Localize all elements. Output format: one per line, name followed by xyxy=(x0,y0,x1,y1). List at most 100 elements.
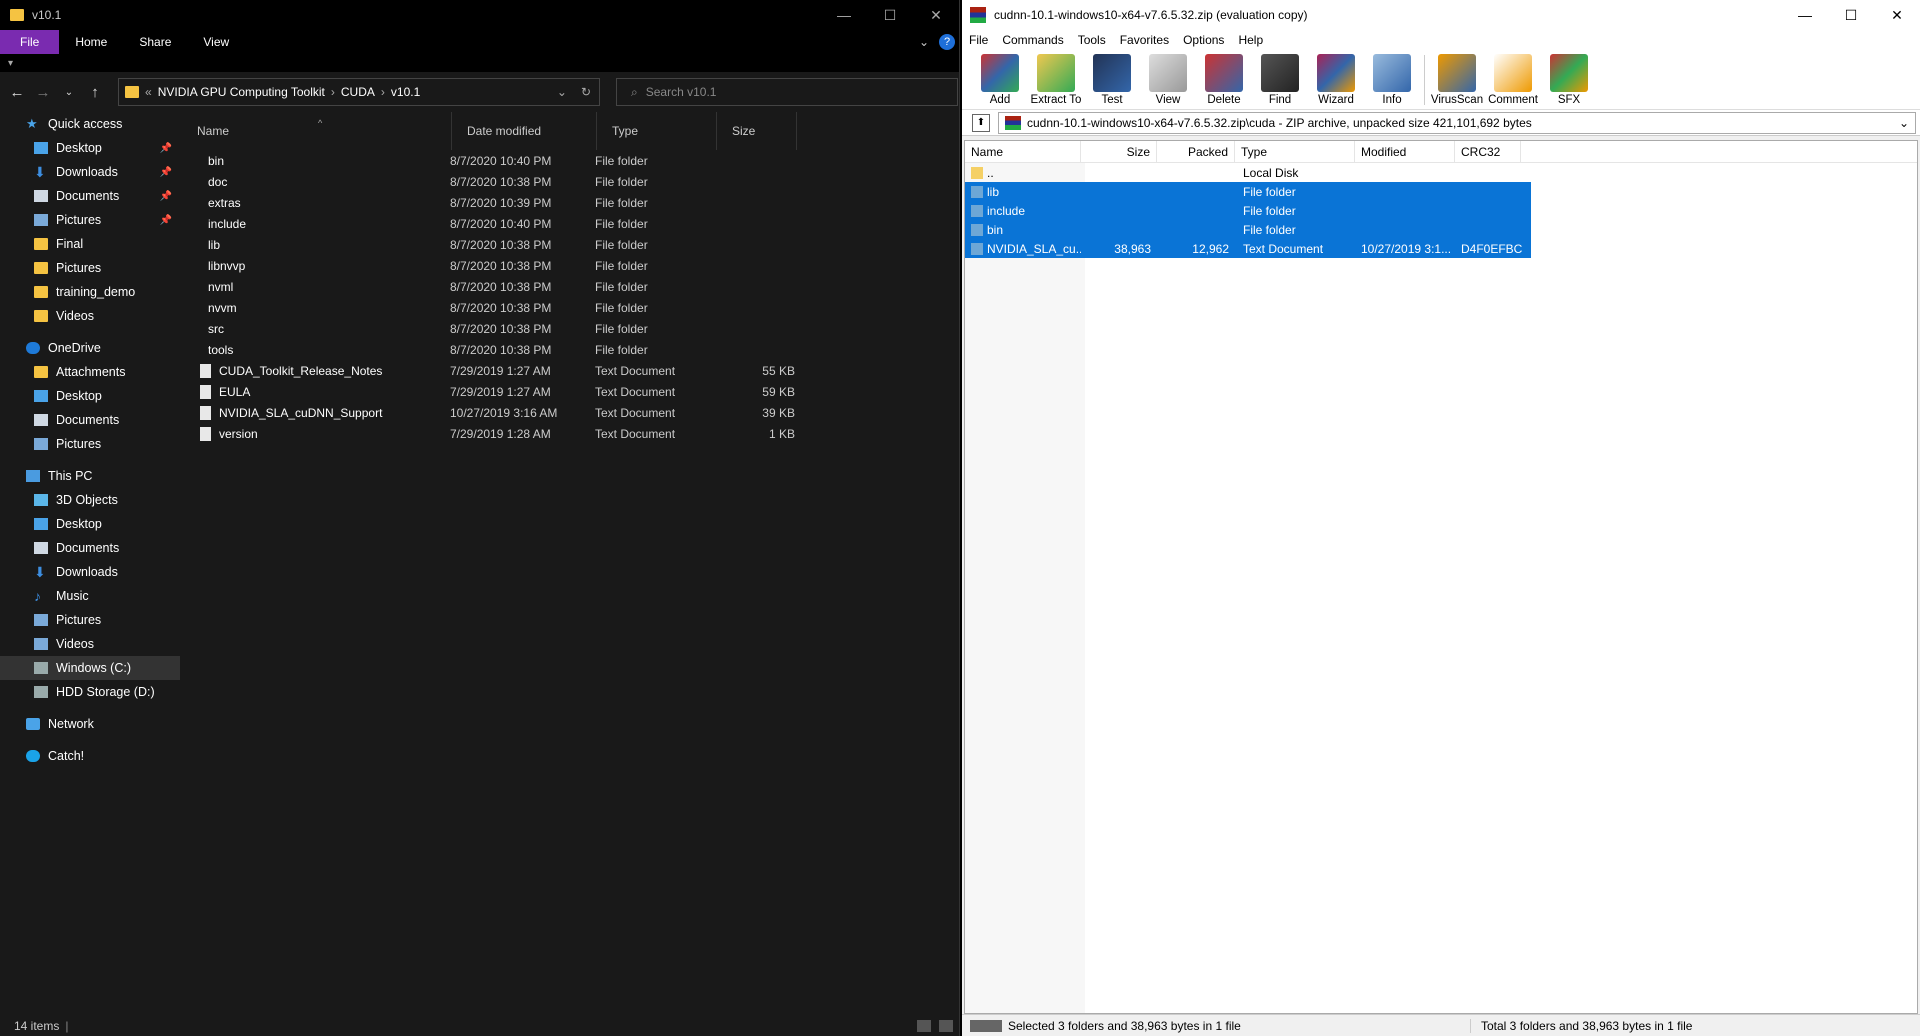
nav-item-pc-pictures[interactable]: Pictures xyxy=(0,608,180,632)
virusscan-button[interactable]: VirusScan xyxy=(1429,54,1485,109)
nav-item-pictures-folder[interactable]: Pictures xyxy=(0,256,180,280)
minimize-button[interactable]: — xyxy=(821,0,867,30)
pin-icon[interactable]: 📌 xyxy=(160,167,172,178)
pin-icon[interactable]: 📌 xyxy=(160,143,172,154)
quick-access-toolbar[interactable]: ▾ xyxy=(0,54,959,72)
menu-favorites[interactable]: Favorites xyxy=(1113,33,1176,47)
tab-view[interactable]: View xyxy=(187,30,245,54)
minimize-button[interactable]: — xyxy=(1782,0,1828,30)
table-row[interactable]: doc 8/7/2020 10:38 PM File folder xyxy=(182,171,959,192)
table-row[interactable]: libnvvp 8/7/2020 10:38 PM File folder xyxy=(182,255,959,276)
table-row[interactable]: include 8/7/2020 10:40 PM File folder xyxy=(182,213,959,234)
nav-onedrive[interactable]: OneDrive xyxy=(0,336,180,360)
breadcrumb-overflow[interactable]: « xyxy=(145,85,152,99)
pin-icon[interactable]: 📌 xyxy=(160,215,172,226)
list-item[interactable]: bin File folder xyxy=(965,220,1531,239)
add-button[interactable]: Add xyxy=(972,54,1028,109)
table-row[interactable]: CUDA_Toolkit_Release_Notes 7/29/2019 1:27… xyxy=(182,360,959,381)
archive-path-box[interactable]: cudnn-10.1-windows10-x64-v7.6.5.32.zip\c… xyxy=(998,111,1916,134)
nav-item-pictures[interactable]: Pictures 📌 xyxy=(0,208,180,232)
pin-icon[interactable]: 📌 xyxy=(160,191,172,202)
list-item[interactable]: NVIDIA_SLA_cu... 38,963 12,962 Text Documen… xyxy=(965,239,1531,258)
maximize-button[interactable]: ☐ xyxy=(867,0,913,30)
expand-ribbon-icon[interactable]: ⌄ xyxy=(919,35,929,49)
nav-item-music[interactable]: ♪ Music xyxy=(0,584,180,608)
details-view-icon[interactable] xyxy=(917,1020,931,1032)
find-button[interactable]: Find xyxy=(1252,54,1308,109)
close-button[interactable]: ✕ xyxy=(1874,0,1920,30)
list-item[interactable]: include File folder xyxy=(965,201,1531,220)
nav-item-onedrive-documents[interactable]: Documents xyxy=(0,408,180,432)
nav-item-attachments[interactable]: Attachments xyxy=(0,360,180,384)
column-modified[interactable]: Modified xyxy=(1355,141,1455,162)
tab-share[interactable]: Share xyxy=(123,30,187,54)
table-row[interactable]: bin 8/7/2020 10:40 PM File folder xyxy=(182,150,959,171)
table-row[interactable]: extras 8/7/2020 10:39 PM File folder xyxy=(182,192,959,213)
table-row[interactable]: version 7/29/2019 1:28 AM Text Document 1 K… xyxy=(182,423,959,444)
comment-button[interactable]: Comment xyxy=(1485,54,1541,109)
winrar-titlebar[interactable]: cudnn-10.1-windows10-x64-v7.6.5.32.zip (… xyxy=(962,0,1920,30)
extract-to-button[interactable]: Extract To xyxy=(1028,54,1084,109)
list-item[interactable]: .. Local Disk xyxy=(965,163,1917,182)
close-button[interactable]: ✕ xyxy=(913,0,959,30)
table-row[interactable]: lib 8/7/2020 10:38 PM File folder xyxy=(182,234,959,255)
menu-tools[interactable]: Tools xyxy=(1071,33,1113,47)
menu-help[interactable]: Help xyxy=(1231,33,1270,47)
table-row[interactable]: EULA 7/29/2019 1:27 AM Text Document 59 KB xyxy=(182,381,959,402)
column-size[interactable]: Size xyxy=(1081,141,1157,162)
address-dropdown-icon[interactable]: ⌄ xyxy=(557,85,567,99)
search-box[interactable]: ⌕ Search v10.1 xyxy=(616,78,958,106)
menu-options[interactable]: Options xyxy=(1176,33,1231,47)
nav-item-onedrive-desktop[interactable]: Desktop xyxy=(0,384,180,408)
breadcrumb-item[interactable]: v10.1 xyxy=(391,85,420,99)
up-arrow-icon[interactable]: ↑ xyxy=(86,84,104,101)
column-date-modified[interactable]: Date modified xyxy=(452,112,597,150)
nav-item-hdd-d[interactable]: HDD Storage (D:) xyxy=(0,680,180,704)
menu-commands[interactable]: Commands xyxy=(995,33,1070,47)
nav-item-pc-desktop[interactable]: Desktop xyxy=(0,512,180,536)
up-folder-button[interactable]: ⬆ xyxy=(972,113,990,132)
path-dropdown-icon[interactable]: ⌄ xyxy=(1899,116,1915,130)
table-row[interactable]: NVIDIA_SLA_cuDNN_Support 10/27/2019 3:16 … xyxy=(182,402,959,423)
explorer-titlebar[interactable]: v10.1 — ☐ ✕ xyxy=(0,0,959,30)
column-type[interactable]: Type xyxy=(597,112,717,150)
forward-arrow-icon[interactable]: → xyxy=(34,84,52,101)
nav-item-videos[interactable]: Videos xyxy=(0,304,180,328)
breadcrumb-item[interactable]: CUDA xyxy=(341,85,375,99)
nav-item-windows-c[interactable]: Windows (C:) xyxy=(0,656,180,680)
list-item[interactable]: lib File folder xyxy=(965,182,1531,201)
column-type[interactable]: Type xyxy=(1235,141,1355,162)
wizard-button[interactable]: Wizard xyxy=(1308,54,1364,109)
tab-home[interactable]: Home xyxy=(59,30,123,54)
nav-catch[interactable]: Catch! xyxy=(0,744,180,768)
nav-item-downloads[interactable]: ⬇ Downloads 📌 xyxy=(0,160,180,184)
column-crc32[interactable]: CRC32 xyxy=(1455,141,1521,162)
help-icon[interactable]: ? xyxy=(939,34,955,50)
sfx-button[interactable]: SFX xyxy=(1541,54,1597,109)
column-size[interactable]: Size xyxy=(717,112,797,150)
menu-file[interactable]: File xyxy=(962,33,995,47)
tab-file[interactable]: File xyxy=(0,30,60,54)
breadcrumb-item[interactable]: NVIDIA GPU Computing Toolkit xyxy=(158,85,325,99)
nav-item-onedrive-pictures[interactable]: Pictures xyxy=(0,432,180,456)
nav-item-pc-videos[interactable]: Videos xyxy=(0,632,180,656)
table-row[interactable]: nvvm 8/7/2020 10:38 PM File folder xyxy=(182,297,959,318)
test-button[interactable]: Test xyxy=(1084,54,1140,109)
nav-item-pc-documents[interactable]: Documents xyxy=(0,536,180,560)
nav-network[interactable]: Network xyxy=(0,712,180,736)
table-row[interactable]: tools 8/7/2020 10:38 PM File folder xyxy=(182,339,959,360)
nav-item-3d-objects[interactable]: 3D Objects xyxy=(0,488,180,512)
delete-button[interactable]: Delete xyxy=(1196,54,1252,109)
column-packed[interactable]: Packed xyxy=(1157,141,1235,162)
large-icons-view-icon[interactable] xyxy=(939,1020,953,1032)
nav-item-final[interactable]: Final xyxy=(0,232,180,256)
view-button[interactable]: View xyxy=(1140,54,1196,109)
nav-this-pc[interactable]: This PC xyxy=(0,464,180,488)
column-name[interactable]: Name xyxy=(182,112,452,150)
maximize-button[interactable]: ☐ xyxy=(1828,0,1874,30)
nav-item-desktop[interactable]: Desktop 📌 xyxy=(0,136,180,160)
nav-item-pc-downloads[interactable]: ⬇ Downloads xyxy=(0,560,180,584)
address-bar[interactable]: « NVIDIA GPU Computing Toolkit › CUDA › … xyxy=(118,78,600,106)
back-arrow-icon[interactable]: ← xyxy=(8,84,26,101)
table-row[interactable]: src 8/7/2020 10:38 PM File folder xyxy=(182,318,959,339)
